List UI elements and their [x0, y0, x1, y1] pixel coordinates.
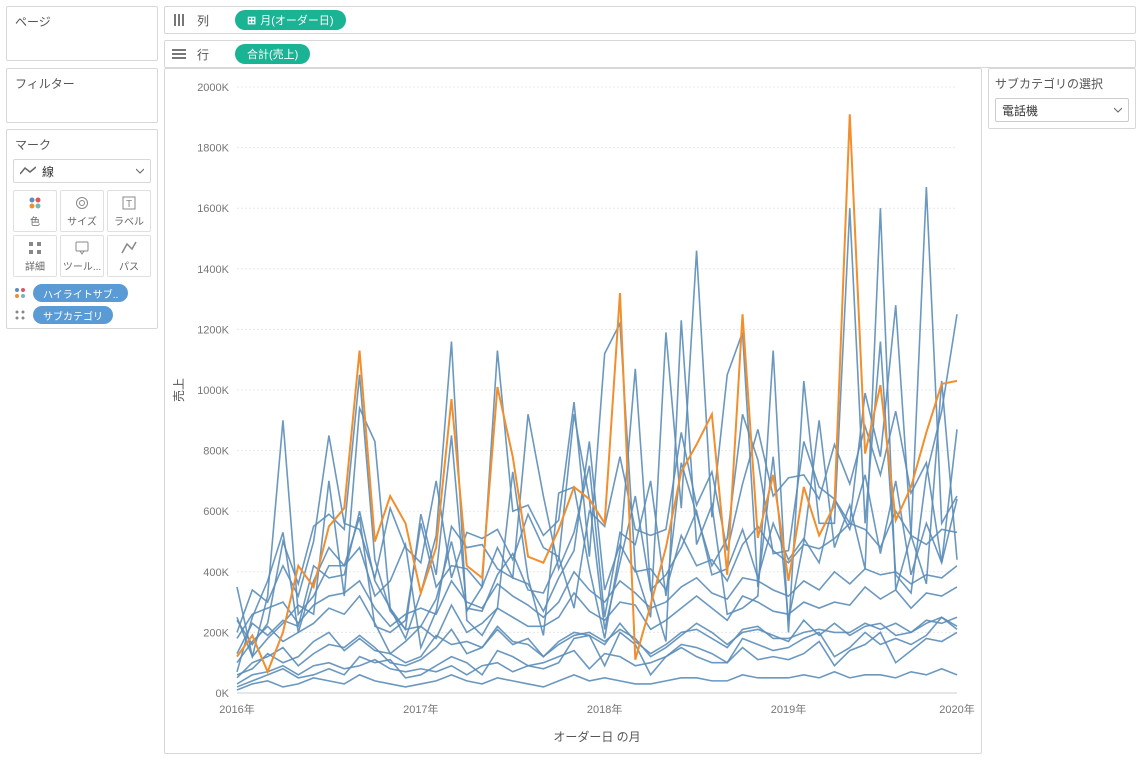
svg-text:売上: 売上: [171, 378, 186, 402]
svg-text:800K: 800K: [203, 446, 229, 458]
svg-text:400K: 400K: [203, 567, 229, 579]
pages-panel: ページ: [6, 6, 158, 61]
tooltip-icon: [74, 240, 90, 256]
mark-color-button[interactable]: 色: [13, 190, 57, 232]
subcategory-filter-title: サブカテゴリの選択: [995, 75, 1129, 92]
columns-pill[interactable]: ⊞月(オーダー日): [235, 10, 346, 30]
chart-view[interactable]: 0K 200K 400K 600K 800K 1000K 1200K 1400K 1600K 18…: [164, 68, 982, 754]
subcategory-filter-select[interactable]: 電話機: [995, 98, 1129, 122]
color-icon: [27, 195, 43, 211]
mark-path-button[interactable]: パス: [107, 235, 151, 277]
svg-text:オーダー日 の月: オーダー日 の月: [553, 729, 640, 744]
path-icon: [121, 240, 137, 256]
svg-text:2019年: 2019年: [771, 702, 806, 716]
rows-pill[interactable]: 合計(売上): [235, 44, 310, 64]
rows-shelf[interactable]: 行 合計(売上): [164, 40, 1136, 68]
marks-title: マーク: [7, 130, 157, 155]
mark-type-dropdown[interactable]: 線: [13, 159, 151, 183]
subcategory-filter-panel: サブカテゴリの選択 電話機: [988, 68, 1136, 129]
detail-dots-icon: [13, 308, 29, 322]
mark-detail-assignment[interactable]: サブカテゴリ: [13, 306, 151, 324]
svg-text:2016年: 2016年: [219, 702, 254, 716]
mark-detail-button[interactable]: 詳細: [13, 235, 57, 277]
svg-text:2017年: 2017年: [403, 702, 438, 716]
columns-label: 列: [197, 12, 225, 29]
line-icon: [20, 166, 36, 176]
marks-panel: マーク 線 色 サイズ: [6, 129, 158, 329]
mark-tooltip-button[interactable]: ツール...: [60, 235, 104, 277]
svg-text:200K: 200K: [203, 627, 229, 639]
svg-text:T: T: [126, 199, 132, 210]
svg-text:1800K: 1800K: [197, 143, 229, 155]
svg-text:2020年: 2020年: [939, 702, 974, 716]
svg-text:600K: 600K: [203, 506, 229, 518]
filters-panel[interactable]: フィルター: [6, 68, 158, 123]
rows-icon: [171, 46, 187, 62]
mark-size-button[interactable]: サイズ: [60, 190, 104, 232]
svg-text:2000K: 2000K: [197, 82, 229, 94]
svg-text:0K: 0K: [216, 688, 230, 700]
mark-color-assignment[interactable]: ハイライトサブ..: [13, 284, 151, 302]
pages-title: ページ: [15, 13, 149, 32]
detail-icon: [27, 240, 43, 256]
expand-icon: ⊞: [247, 14, 256, 27]
mark-label-button[interactable]: T ラベル: [107, 190, 151, 232]
svg-text:1600K: 1600K: [197, 203, 229, 215]
svg-text:1400K: 1400K: [197, 264, 229, 276]
filters-title: フィルター: [15, 75, 149, 94]
color-dots-icon: [13, 286, 29, 300]
chevron-down-icon: [1114, 106, 1122, 114]
size-icon: [74, 195, 90, 211]
rows-label: 行: [197, 46, 225, 63]
label-icon: T: [121, 195, 137, 211]
svg-text:1000K: 1000K: [197, 385, 229, 397]
chevron-down-icon: [136, 167, 144, 175]
columns-shelf[interactable]: 列 ⊞月(オーダー日): [164, 6, 1136, 34]
svg-text:1200K: 1200K: [197, 324, 229, 336]
columns-icon: [171, 12, 187, 28]
svg-text:2018年: 2018年: [587, 702, 622, 716]
